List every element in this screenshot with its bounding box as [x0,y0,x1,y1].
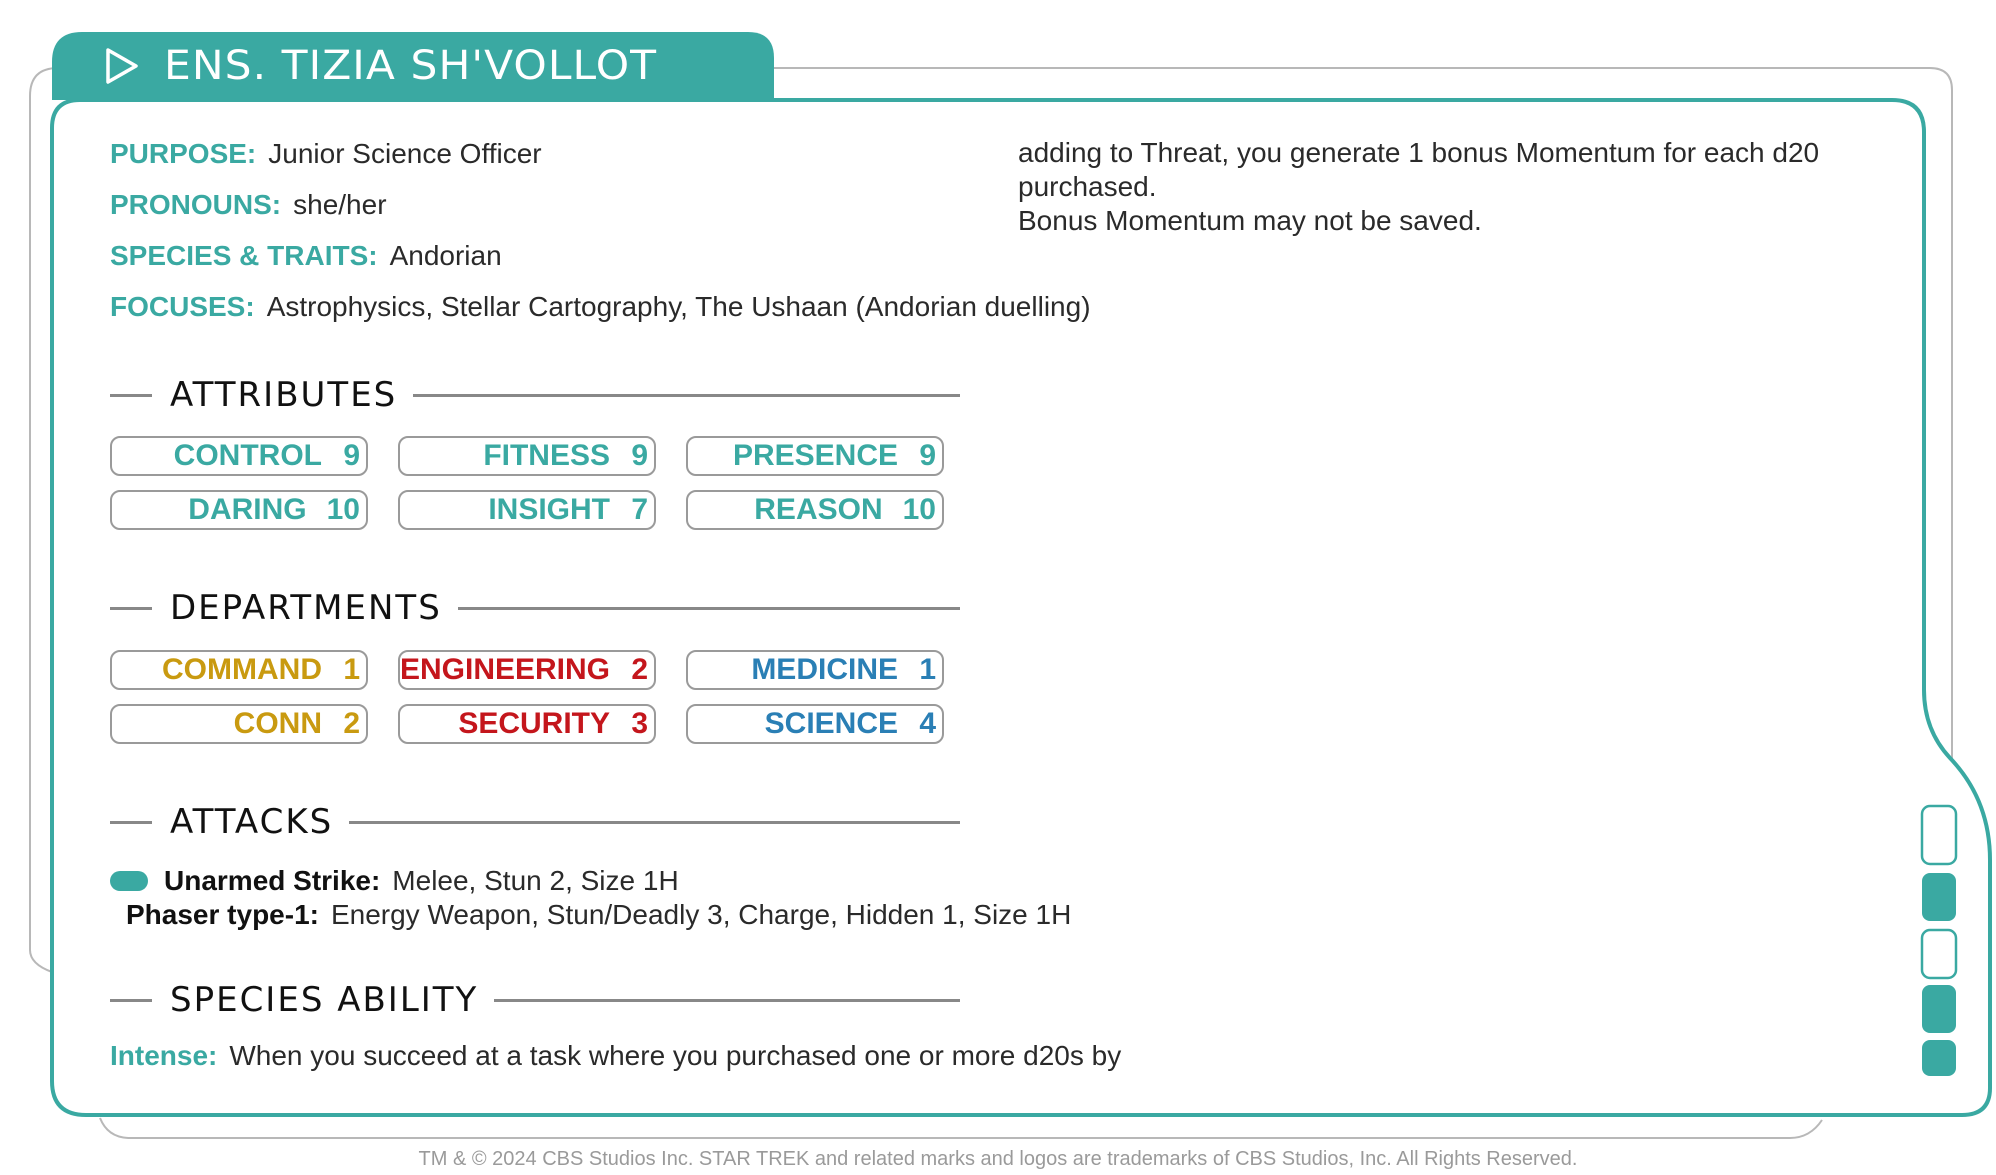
department-conn: CONN 2 [110,704,368,744]
attribute-insight: INSIGHT 7 [398,490,656,530]
side-tab-filled-3 [1922,1040,1956,1076]
side-tab-empty-1 [1920,804,1958,866]
character-name: ENS. TIZIA SH'VOLLOT [164,43,658,89]
attack-phaser: Phaser type-1: Energy Weapon, Stun/Deadly… [126,899,1072,930]
department-engineering: ENGINEERING 2 [398,650,656,690]
side-tab-filled-2 [1922,985,1956,1033]
section-departments: DEPARTMENTS [110,588,960,628]
attack-unarmed-strike: Unarmed Strike: Melee, Stun 2, Size 1H [110,864,970,898]
copyright-footer: TM & © 2024 CBS Studios Inc. STAR TREK a… [418,1148,1578,1170]
department-security: SECURITY 3 [398,704,656,744]
field-pronouns: PRONOUNS: she/her [110,189,387,220]
attribute-presence: PRESENCE 9 [686,436,944,476]
field-focuses: FOCUSES: Astrophysics, Stellar Cartograph… [110,291,1091,322]
departments-grid: COMMAND 1 ENGINEERING 2 MEDICINE 1 CONN 2 SE… [110,650,946,744]
section-species-ability: SPECIES ABILITY [110,980,960,1020]
section-attributes: ATTRIBUTES [110,375,960,415]
attacks-list: Unarmed Strike: Melee, Stun 2, Size 1H Ph… [110,864,1072,932]
attributes-grid: CONTROL 9 FITNESS 9 PRESENCE 9 DARING 10 INS… [110,436,946,530]
attribute-control: CONTROL 9 [110,436,368,476]
department-command: COMMAND 1 [110,650,368,690]
department-science: SCIENCE 4 [686,704,944,744]
title-bar: ENS. TIZIA SH'VOLLOT [52,32,774,100]
info-fields: PURPOSE: Junior Science Officer PRONOUNS:… [110,128,1091,332]
ability-continued: adding to Threat, you generate 1 bonus M… [1018,137,1820,236]
section-attacks: ATTACKS [110,802,960,842]
attribute-fitness: FITNESS 9 [398,436,656,476]
play-triangle-icon [106,48,138,84]
species-ability-text: Intense: When you succeed at a task where… [110,1040,1122,1071]
side-tab-empty-2 [1920,928,1958,980]
side-tab-filled-1 [1922,873,1956,921]
attack-bullet-icon [110,871,148,891]
field-species: SPECIES & TRAITS: Andorian [110,240,502,271]
attribute-daring: DARING 10 [110,490,368,530]
attribute-reason: REASON 10 [686,490,944,530]
department-medicine: MEDICINE 1 [686,650,944,690]
field-purpose: PURPOSE: Junior Science Officer [110,138,542,169]
